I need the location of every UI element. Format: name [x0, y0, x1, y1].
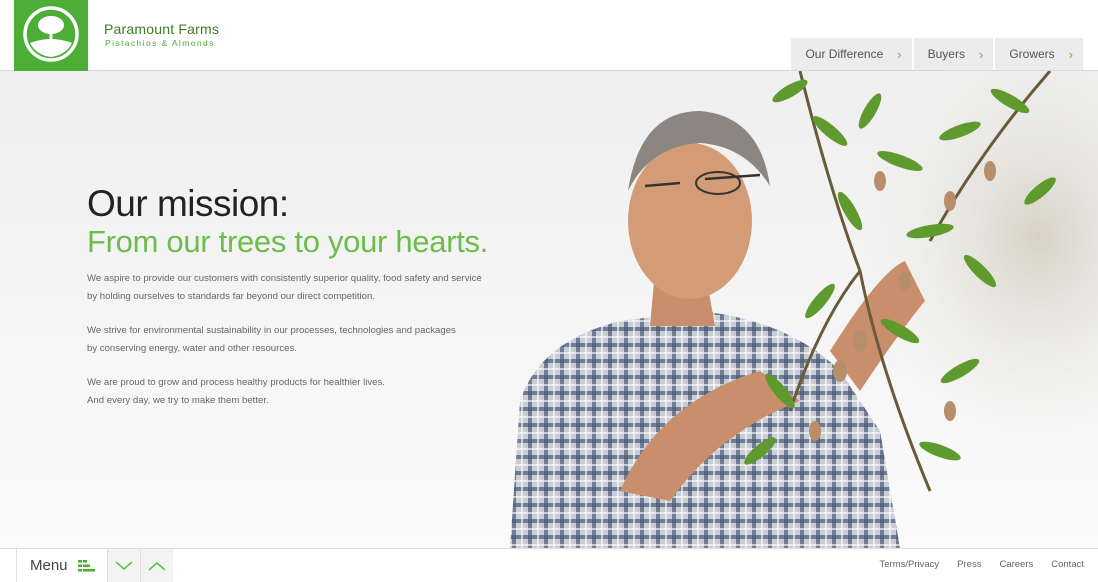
mission-paragraph-3: We are proud to grow and process healthy… — [87, 374, 527, 409]
nav-item-label: Buyers — [927, 47, 965, 61]
chevron-right-icon: › — [897, 46, 902, 62]
mission-subheading: From our trees to your hearts. — [87, 224, 489, 259]
menu-label: Menu — [30, 557, 68, 574]
footer-link-terms-privacy[interactable]: Terms/Privacy — [880, 559, 940, 570]
mission-paragraph-1: We aspire to provide our customers with … — [87, 270, 527, 305]
chevron-right-icon: › — [1068, 46, 1073, 62]
mission-block: Our mission: From our trees to your hear… — [87, 184, 527, 426]
chevron-right-icon: › — [978, 46, 984, 62]
menu-bars-icon — [77, 559, 95, 571]
logo[interactable] — [14, 0, 88, 72]
site-footer: Menu Terms/Privacy Press Careers Contact — [0, 548, 1098, 582]
chevron-up-icon — [148, 561, 166, 571]
menu-button[interactable]: Menu — [16, 549, 107, 582]
paragraph-line: We aspire to provide our customers with … — [87, 273, 482, 284]
paragraph-line: by holding ourselves to standards far be… — [87, 290, 375, 302]
footer-link-press[interactable]: Press — [957, 559, 981, 570]
paragraph-line: by conserving energy, water and other re… — [87, 342, 297, 354]
brand-tagline: Pistachios & Almonds — [105, 38, 215, 48]
nav-item-our-difference[interactable]: Our Difference › — [791, 38, 912, 70]
paragraph-line: We are proud to grow and process healthy… — [87, 377, 385, 388]
mission-heading: Our mission: — [87, 183, 289, 224]
scroll-down-button[interactable] — [107, 549, 140, 582]
main-nav: Our Difference › Buyers › Growers › — [791, 38, 1083, 70]
hero-section: Our mission: From our trees to your hear… — [0, 71, 1098, 548]
footer-link-contact[interactable]: Contact — [1051, 559, 1084, 570]
footer-link-careers[interactable]: Careers — [999, 559, 1033, 570]
paragraph-line: And every day, we try to make them bette… — [87, 394, 269, 406]
brand-name: Paramount Farms — [104, 21, 220, 37]
tree-logo-icon — [23, 6, 79, 62]
nav-item-growers[interactable]: Growers › — [995, 38, 1083, 70]
nav-item-label: Our Difference — [805, 47, 884, 61]
site-header: Paramount Farms Pistachios & Almonds Our… — [0, 0, 1098, 72]
nav-item-buyers[interactable]: Buyers › — [913, 38, 994, 70]
nav-item-label: Growers — [1009, 47, 1055, 61]
mission-paragraph-2: We strive for environmental sustainabili… — [87, 322, 527, 357]
footer-links: Terms/Privacy Press Careers Contact — [880, 559, 1085, 570]
paragraph-line: We strive for environmental sustainabili… — [87, 325, 456, 336]
scroll-up-button[interactable] — [140, 549, 173, 582]
chevron-down-icon — [115, 560, 133, 570]
